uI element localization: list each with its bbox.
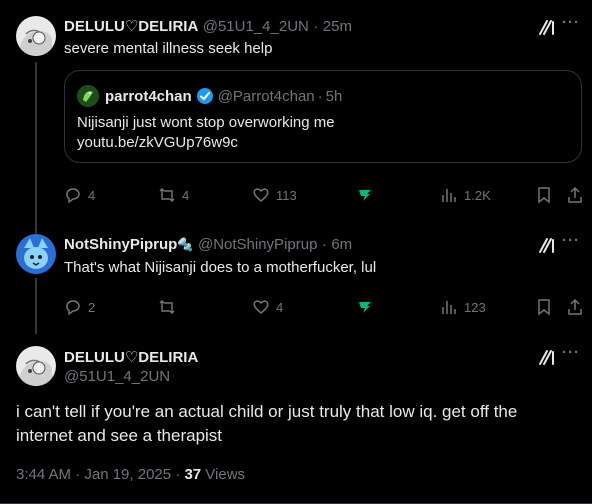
- share-button-2[interactable]: [566, 298, 584, 316]
- quote-handle: @Parrot4chan: [217, 87, 315, 105]
- tweet1-dot: ·: [313, 18, 319, 35]
- tweet3-views-label: Views: [205, 466, 246, 483]
- grok-analyze-icon-2[interactable]: [356, 298, 374, 316]
- like-icon: [253, 300, 269, 314]
- view-count: 1.2K: [464, 187, 491, 203]
- quote-display-name: parrot4chan: [105, 87, 192, 105]
- tweet1-display-name[interactable]: DELULU♡DELIRIA: [64, 18, 198, 35]
- repost-icon: [159, 299, 175, 315]
- reply-count: 4: [88, 187, 96, 203]
- tweet1-header: DELULU♡DELIRIA @51U1_4_2UN · 25m: [64, 17, 352, 36]
- tweet3-views-count: 37: [184, 466, 202, 483]
- repost-button-2[interactable]: [158, 298, 182, 316]
- analytics-icon: [442, 301, 456, 314]
- tweet2-handle[interactable]: @NotShinyPiprup: [198, 236, 317, 253]
- reply-button-2[interactable]: 2: [64, 298, 95, 316]
- tweet2-header: NotShinyPiprup🔩 @NotShinyPiprup · 6m: [64, 236, 352, 254]
- more-icon[interactable]: ···: [562, 14, 580, 31]
- tweet3-display-name[interactable]: DELULU♡DELIRIA: [64, 348, 198, 366]
- tweet2-text: That's what Nijisanji does to a motherfu…: [64, 259, 377, 276]
- tweet3-timestamp[interactable]: 3:44 AM · Jan 19, 2025 ·: [16, 466, 184, 483]
- bookmark-icon: [538, 187, 550, 204]
- quote-dot: ·: [317, 87, 323, 105]
- quote-avatar: [77, 85, 99, 107]
- verified-badge-icon: [196, 88, 213, 104]
- tweet1-text: severe mental illness seek help: [64, 40, 273, 57]
- analytics-icon: [442, 189, 456, 202]
- grok-icon-2[interactable]: [538, 236, 556, 254]
- reply-icon: [66, 300, 80, 316]
- grok-analyze-icon[interactable]: [356, 186, 374, 204]
- share-icon: [568, 298, 582, 315]
- quote-text: Nijisanji just wont stop overworking me: [77, 114, 335, 131]
- repost-button[interactable]: 4: [158, 186, 189, 204]
- grok-icon-3[interactable]: [538, 348, 556, 366]
- thread-line-1: [35, 62, 37, 234]
- like-count-2: 4: [276, 299, 284, 315]
- tweet3-handle[interactable]: @51U1_4_2UN: [64, 368, 170, 385]
- reply-icon: [66, 188, 80, 204]
- repost-icon: [159, 187, 175, 203]
- quote-link[interactable]: youtu.be/zkVGUp76w9c: [77, 133, 238, 153]
- reply-count-2: 2: [88, 299, 96, 315]
- like-button-2[interactable]: 4: [252, 298, 283, 316]
- tweet3-text: i can't tell if you're an actual child o…: [16, 402, 518, 445]
- tweet3-meta: 3:44 AM · Jan 19, 2025 · 37 Views: [16, 466, 245, 483]
- share-button[interactable]: [566, 186, 584, 204]
- like-icon: [253, 188, 269, 202]
- bookmark-button[interactable]: [535, 186, 553, 204]
- share-icon: [568, 186, 582, 203]
- analytics-button-2[interactable]: 123: [440, 298, 486, 316]
- analytics-button[interactable]: 1.2K: [440, 186, 491, 204]
- quote-header: parrot4chan @Parrot4chan · 5h: [77, 85, 342, 107]
- quote-time: 5h: [325, 87, 343, 105]
- more-icon-2[interactable]: ···: [562, 232, 580, 249]
- avatar-tweet1[interactable]: [16, 16, 56, 56]
- thread-line-2: [35, 278, 37, 334]
- avatar-tweet2[interactable]: [16, 234, 56, 274]
- avatar-tweet3[interactable]: [16, 346, 56, 386]
- tweet2-dot: ·: [321, 236, 327, 253]
- tweet2-time[interactable]: 6m: [331, 236, 352, 253]
- like-button[interactable]: 113: [252, 186, 297, 204]
- more-icon-3[interactable]: ···: [562, 344, 580, 361]
- like-count: 113: [276, 187, 297, 203]
- view-count-2: 123: [464, 299, 486, 315]
- tweet1-handle[interactable]: @51U1_4_2UN: [203, 18, 309, 35]
- repost-count: 4: [182, 187, 190, 203]
- bookmark-button-2[interactable]: [535, 298, 553, 316]
- tweet2-name-emoji: 🔩: [177, 237, 194, 252]
- reply-button[interactable]: 4: [64, 186, 95, 204]
- tweet2-display-name[interactable]: NotShinyPiprup: [64, 236, 177, 253]
- quoted-tweet[interactable]: parrot4chan @Parrot4chan · 5h Nijisanji …: [64, 70, 582, 163]
- grok-icon[interactable]: [538, 18, 556, 36]
- tweet1-time[interactable]: 25m: [323, 18, 352, 35]
- bookmark-icon: [538, 299, 550, 316]
